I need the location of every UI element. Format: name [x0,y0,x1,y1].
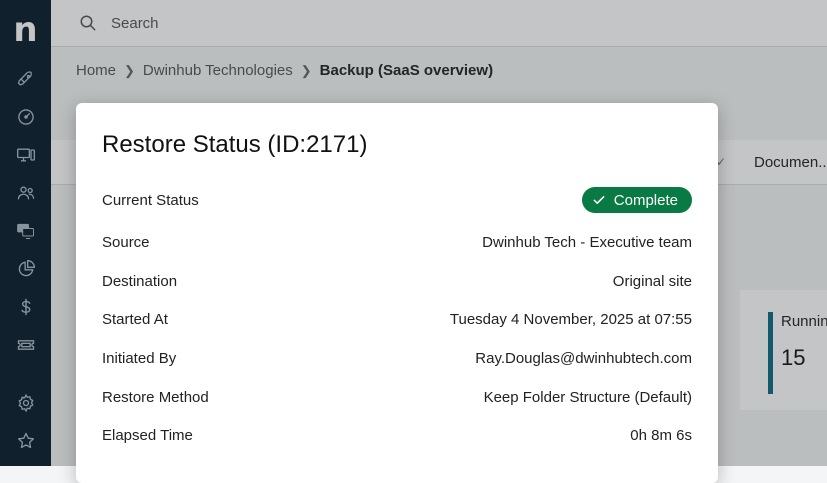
detail-value: Keep Folder Structure (Default) [483,388,692,406]
restore-status-modal: Restore Status (ID:2171) Current Status … [76,103,718,483]
detail-value: Ray.Douglas@dwinhubtech.com [475,349,692,367]
detail-value: Tuesday 4 November, 2025 at 07:55 [449,310,692,328]
detail-row-elapsed-time: Elapsed Time 0h 8m 6s [102,424,692,446]
detail-label: Source [102,233,150,251]
detail-label: Destination [102,272,178,290]
check-icon [593,196,605,204]
detail-value: Dwinhub Tech - Executive team [482,233,692,251]
detail-label: Elapsed Time [102,426,193,444]
detail-row-started-at: Started At Tuesday 4 November, 2025 at 0… [102,308,692,330]
detail-row-source: Source Dwinhub Tech - Executive team [102,231,692,253]
status-badge: Complete [581,187,692,213]
modal-title: Restore Status (ID:2171) [102,131,368,158]
detail-label: Restore Method [102,388,209,406]
detail-label: Initiated By [102,349,177,367]
detail-value: Original site [612,272,692,290]
detail-label: Started At [102,310,168,328]
detail-row-destination: Destination Original site [102,270,692,292]
detail-row-current-status: Current Status Complete [102,187,692,213]
detail-label: Current Status [102,191,199,209]
status-text: Complete [613,191,678,209]
detail-value: 0h 8m 6s [630,426,692,444]
detail-row-initiated-by: Initiated By Ray.Douglas@dwinhubtech.com [102,347,692,369]
detail-row-restore-method: Restore Method Keep Folder Structure (De… [102,386,692,408]
